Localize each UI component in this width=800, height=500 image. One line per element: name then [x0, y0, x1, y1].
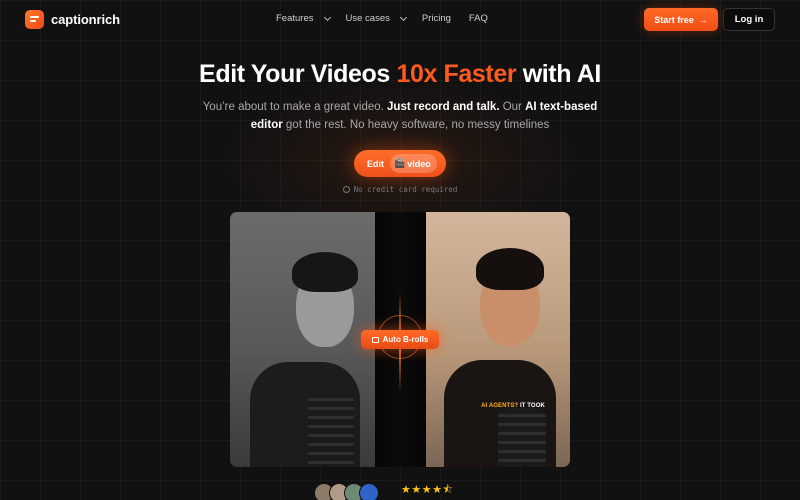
- chevron-down-icon: [399, 13, 407, 21]
- auto-broll-badge[interactable]: Auto B-rolls: [361, 330, 439, 349]
- login-label: Log in: [734, 14, 764, 25]
- menu-item-faq[interactable]: FAQ: [469, 13, 488, 24]
- no-credit-card-note: No credit card required: [0, 185, 800, 194]
- cta-chip: 🎬 video: [390, 154, 437, 173]
- headline-text: with AI: [516, 60, 602, 88]
- menu-item-label: Use cases: [345, 13, 390, 24]
- no-card-text: No credit card required: [353, 185, 458, 194]
- edit-video-button[interactable]: Edit 🎬 video: [354, 150, 446, 177]
- menu-item-use-cases[interactable]: Use cases: [345, 13, 407, 24]
- menu-item-features[interactable]: Features: [276, 13, 331, 24]
- microphone: [498, 408, 546, 467]
- cta-label: Edit: [367, 158, 384, 169]
- chevron-down-icon: [323, 13, 331, 21]
- start-free-label: Start free: [654, 14, 694, 25]
- headline-accent: 10x Faster: [396, 60, 517, 88]
- caption-highlight: AI AGENTS?: [481, 403, 519, 409]
- hero-headline: Edit Your Videos 10x Faster with AI: [0, 60, 800, 89]
- film-icon: [371, 336, 379, 343]
- person-hair: [476, 248, 544, 290]
- caption-text: IT TOOK: [518, 403, 545, 409]
- top-nav: captionrich Features Use cases Pricing F…: [0, 0, 800, 40]
- check-circle-icon: [342, 186, 350, 193]
- avatar: [359, 483, 379, 500]
- arrow-right-icon: →: [698, 14, 708, 25]
- subtitle-bold: Just record and talk.: [387, 101, 500, 113]
- cta-chip-label: video: [407, 158, 431, 169]
- menu-item-pricing[interactable]: Pricing: [422, 13, 451, 24]
- video-frame-after: [426, 212, 570, 467]
- logo-icon: [25, 10, 44, 29]
- video-caption: AI AGENTS? IT TOOK: [468, 403, 558, 409]
- menu-item-label: Pricing: [421, 13, 451, 24]
- video-preview[interactable]: Auto B-rolls AI AGENTS? IT TOOK: [230, 212, 570, 467]
- badge-label: Auto B-rolls: [382, 335, 429, 344]
- video-frame-before: [230, 212, 375, 467]
- login-button[interactable]: Log in: [723, 8, 775, 31]
- logo[interactable]: captionrich: [25, 10, 120, 29]
- subtitle-text: You’re about to make a great video.: [202, 101, 388, 113]
- start-free-button[interactable]: Start free →: [644, 8, 718, 31]
- subtitle-text: got the rest. No heavy software, no mess…: [282, 119, 550, 131]
- menu-item-label: FAQ: [468, 13, 488, 24]
- main-menu: Features Use cases Pricing FAQ: [276, 13, 506, 24]
- subtitle-text: Our: [499, 101, 526, 113]
- microphone: [308, 392, 354, 467]
- hero-subtitle: You’re about to make a great video. Just…: [190, 98, 610, 134]
- rating-stars: ★★★★⯪: [401, 483, 454, 496]
- person-hair: [292, 252, 358, 292]
- user-avatars: [314, 483, 379, 500]
- menu-item-label: Features: [276, 13, 314, 24]
- headline-text: Edit Your Videos: [199, 60, 397, 88]
- clapperboard-icon: 🎬: [394, 158, 406, 168]
- logo-text: captionrich: [51, 12, 120, 27]
